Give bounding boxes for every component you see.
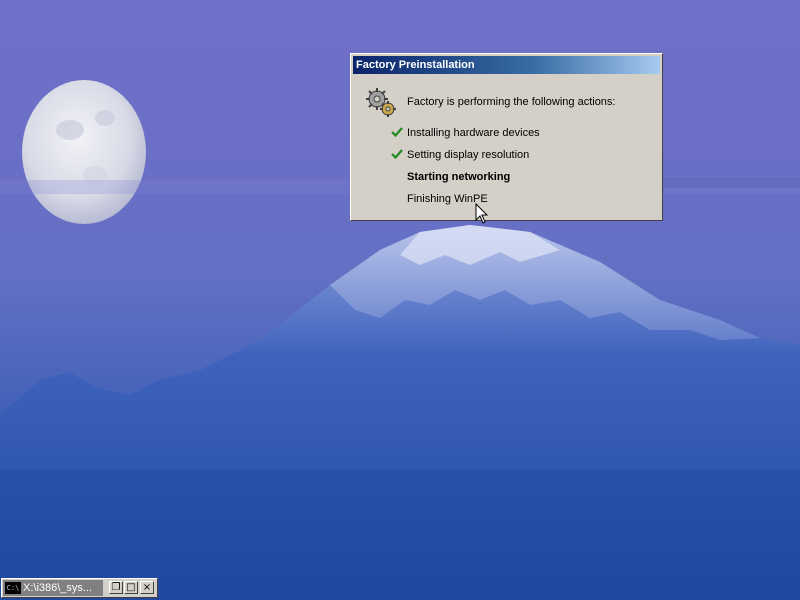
close-button[interactable]: ×: [140, 581, 154, 594]
mouse-cursor-icon: [475, 203, 489, 224]
action-display-resolution: Setting display resolution: [407, 149, 530, 161]
cmd-icon: C:\: [5, 582, 21, 595]
gears-icon: [366, 88, 396, 117]
dialog-header-text: Factory is performing the following acti…: [407, 96, 616, 108]
dialog-title: Factory Preinstallation: [353, 56, 660, 74]
dialog-content: Factory is performing the following acti…: [351, 74, 662, 220]
check-icon: [391, 149, 403, 160]
console-window-minimized[interactable]: C:\ X:\i386\_sys... ❐ □ ×: [1, 578, 158, 598]
maximize-button[interactable]: □: [124, 581, 138, 594]
desktop: Factory Preinstallation Factory is perfo…: [0, 0, 800, 600]
console-title-bar[interactable]: C:\ X:\i386\_sys...: [3, 580, 103, 596]
check-icon: [391, 127, 403, 138]
action-installing-hardware: Installing hardware devices: [407, 127, 540, 139]
action-starting-networking: Starting networking: [407, 171, 511, 183]
moon: [22, 80, 146, 224]
console-title: X:\i386\_sys...: [23, 582, 93, 594]
factory-dialog: Factory Preinstallation Factory is perfo…: [350, 53, 663, 221]
restore-button[interactable]: ❐: [109, 581, 123, 594]
